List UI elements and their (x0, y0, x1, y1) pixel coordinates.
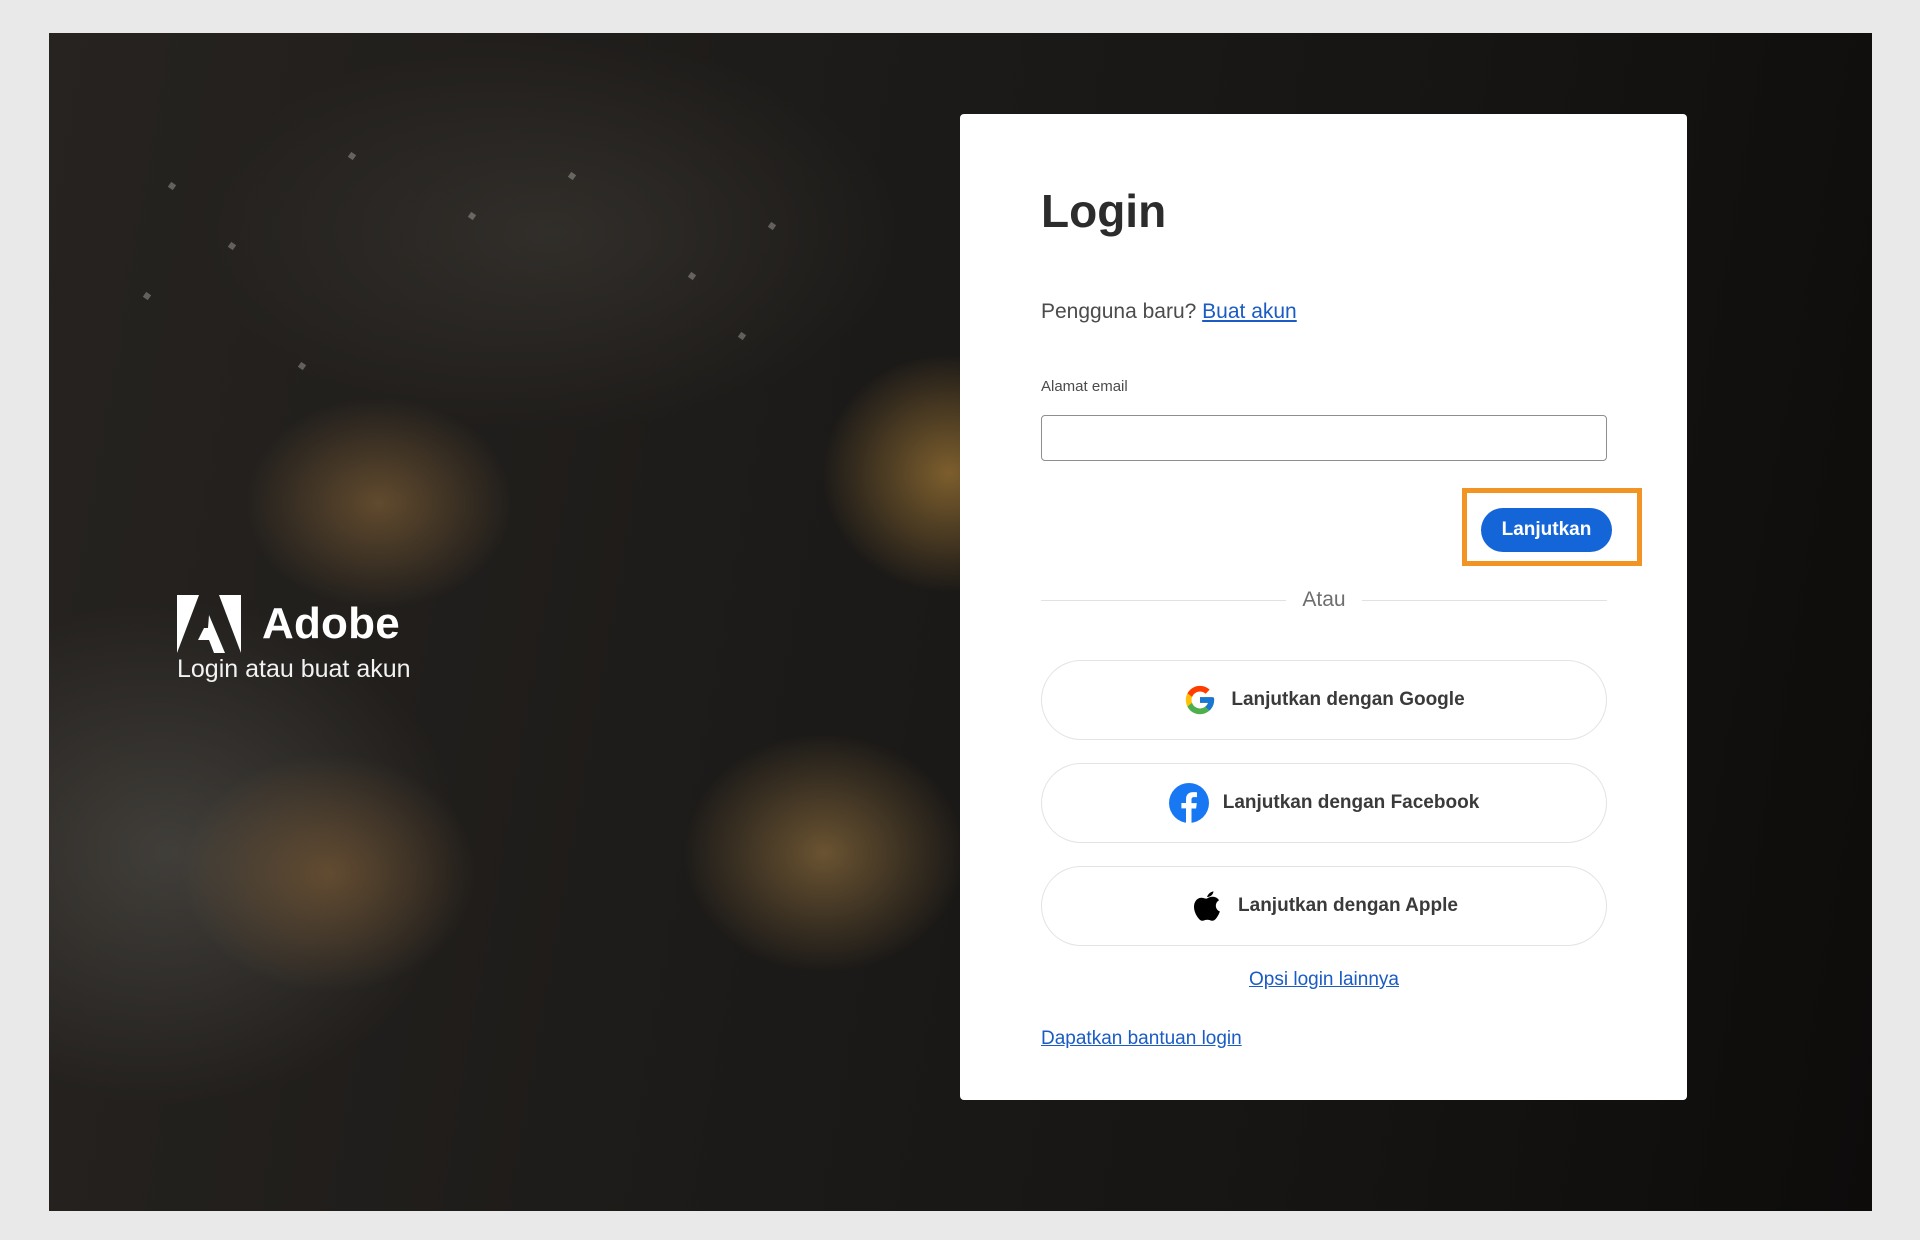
background-speck (687, 271, 697, 281)
adobe-logo-icon (177, 595, 241, 653)
background-speck (737, 331, 747, 341)
facebook-icon (1168, 783, 1209, 823)
brand-name: Adobe (262, 599, 400, 648)
background-speck (467, 211, 477, 221)
google-login-label: Lanjutkan dengan Google (1231, 689, 1465, 710)
create-account-link[interactable]: Buat akun (1202, 300, 1297, 323)
email-field[interactable] (1041, 415, 1607, 461)
background-photo: Adobe Login atau buat akun Login Penggun… (49, 33, 1872, 1211)
divider-line (1041, 599, 1287, 601)
facebook-login-button[interactable]: Lanjutkan dengan Facebook (1041, 763, 1607, 843)
brand-block: Adobe Login atau buat akun (177, 595, 411, 684)
continue-button[interactable]: Lanjutkan (1481, 508, 1612, 552)
brand-tagline: Login atau buat akun (177, 655, 411, 683)
divider-line (1361, 599, 1608, 601)
help-wrapper: Dapatkan bantuan login (1041, 1028, 1242, 1050)
login-card: Login Pengguna baru? Buat akun Alamat em… (960, 114, 1687, 1100)
divider-text: Atau (1302, 588, 1346, 611)
login-help-link[interactable]: Dapatkan bantuan login (1041, 1028, 1242, 1049)
facebook-login-label: Lanjutkan dengan Facebook (1222, 792, 1480, 813)
background-speck (167, 181, 177, 191)
more-login-options-link[interactable]: Opsi login lainnya (1249, 969, 1399, 990)
background-speck (142, 291, 152, 301)
background-speck (347, 151, 357, 161)
page-title: Login (1041, 185, 1167, 237)
background-speck (767, 221, 777, 231)
more-options-wrapper: Opsi login lainnya (1041, 969, 1607, 991)
google-icon (1183, 683, 1217, 717)
apple-icon (1190, 886, 1224, 926)
email-label: Alamat email (1041, 378, 1128, 395)
google-login-button[interactable]: Lanjutkan dengan Google (1041, 660, 1607, 740)
or-divider: Atau (1041, 588, 1608, 612)
new-user-prompt: Pengguna baru? (1041, 300, 1197, 323)
background-speck (227, 241, 237, 251)
apple-login-label: Lanjutkan dengan Apple (1238, 895, 1458, 916)
background-speck (297, 361, 307, 371)
apple-login-button[interactable]: Lanjutkan dengan Apple (1041, 866, 1607, 946)
new-user-line: Pengguna baru? Buat akun (1041, 300, 1297, 324)
background-speck (567, 171, 577, 181)
